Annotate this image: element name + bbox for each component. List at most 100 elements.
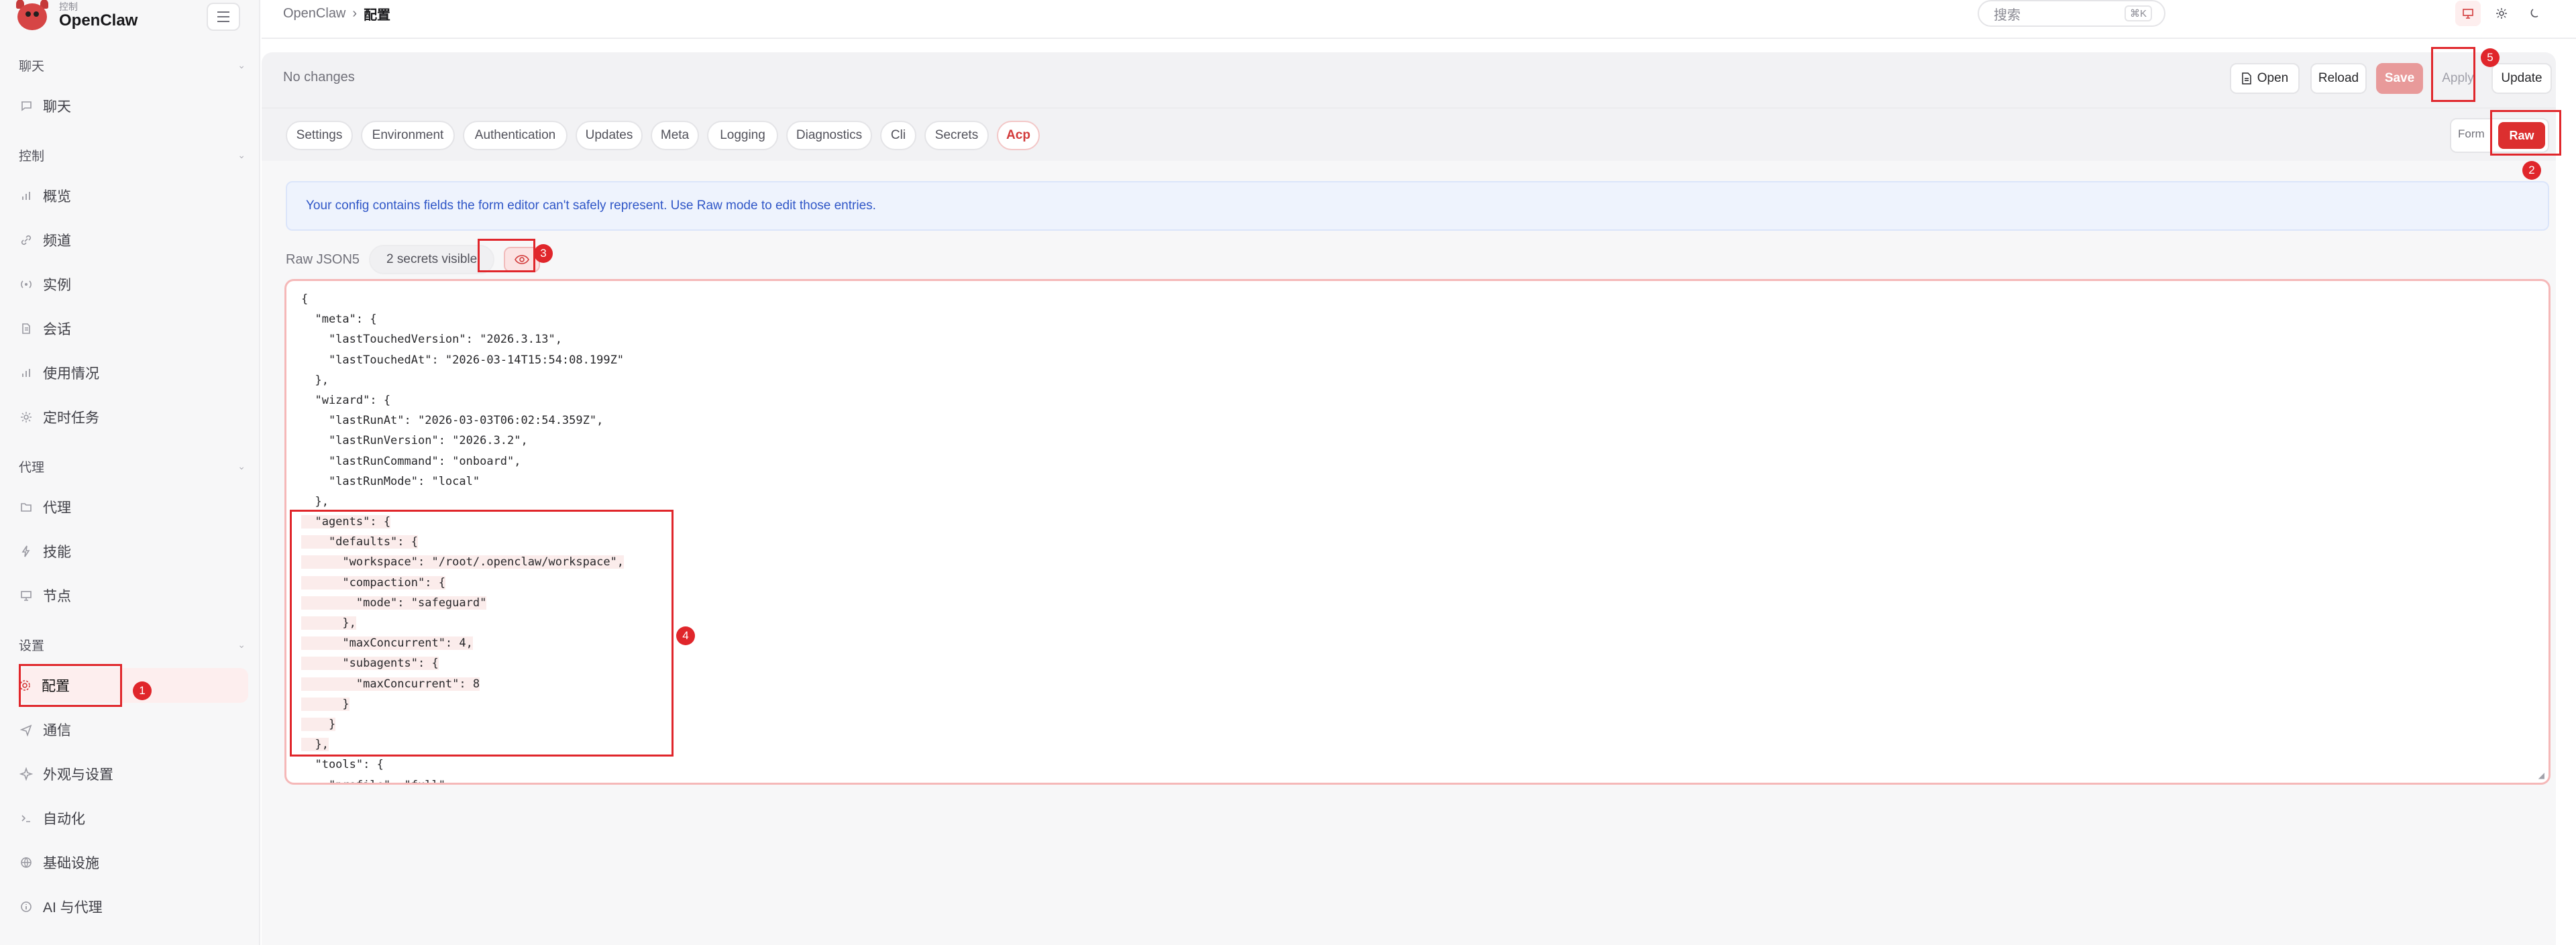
sidebar: 控制 OpenClaw 聊天 ⌄ 聊天 控制 ⌄ 概览 频道 实例 会话 使用情… <box>0 0 260 945</box>
sparkle-icon <box>19 767 34 781</box>
tab-meta[interactable]: Meta <box>651 121 699 150</box>
lobster-logo-icon <box>15 0 50 32</box>
monitor-icon <box>2463 9 2473 19</box>
bar-chart-icon <box>19 366 34 380</box>
update-button-label: Update <box>2501 71 2542 85</box>
search-input[interactable]: 搜索 ⌘K <box>1978 0 2165 27</box>
sidebar-item-communication[interactable]: 通信 <box>19 712 247 747</box>
sidebar-item-agents[interactable]: 代理 <box>19 490 247 524</box>
resize-handle-icon[interactable]: ◢ <box>2538 771 2544 780</box>
sidebar-item-nodes[interactable]: 节点 <box>19 578 247 613</box>
breadcrumb-separator: › <box>352 6 358 21</box>
sidebar-section-settings[interactable]: 设置 ⌄ <box>19 634 246 655</box>
tab-authentication[interactable]: Authentication <box>463 121 568 150</box>
sidebar-item-label: 频道 <box>43 233 71 249</box>
annotation-badge-5: 5 <box>2481 48 2500 67</box>
save-button-label: Save <box>2384 71 2415 85</box>
secrets-visible-badge: 2 secrets visible <box>369 245 495 274</box>
code-line: "tools": { <box>301 758 384 772</box>
tab-settings[interactable]: Settings <box>286 121 353 150</box>
send-icon <box>19 722 34 737</box>
open-button-label: Open <box>2257 71 2289 85</box>
tab-diagnostics[interactable]: Diagnostics <box>786 121 872 150</box>
sidebar-item-label: 概览 <box>43 189 71 205</box>
code-line: "lastRunAt": "2026-03-03T06:02:54.359Z", <box>301 414 604 428</box>
sun-icon <box>2496 8 2507 19</box>
dark-theme-button[interactable] <box>2522 1 2548 26</box>
light-theme-button[interactable] <box>2489 1 2514 26</box>
annotation-badge-3: 3 <box>534 244 553 263</box>
menu-toggle-button[interactable] <box>207 3 240 31</box>
sidebar-item-automation[interactable]: 自动化 <box>19 801 247 836</box>
sidebar-section-control[interactable]: 控制 ⌄ <box>19 145 246 165</box>
tab-logging[interactable]: Logging <box>707 121 778 150</box>
code-line: { <box>301 292 309 306</box>
tab-environment[interactable]: Environment <box>361 121 455 150</box>
brand[interactable]: 控制 OpenClaw <box>15 0 138 40</box>
bar-chart-icon <box>19 188 34 203</box>
breadcrumb-root[interactable]: OpenClaw <box>283 6 345 21</box>
reload-button[interactable]: Reload <box>2310 63 2367 94</box>
sidebar-item-channels[interactable]: 频道 <box>19 223 247 258</box>
sidebar-item-chat[interactable]: 聊天 <box>19 89 247 123</box>
sidebar-item-label: 通信 <box>43 723 71 738</box>
code-line: }, <box>301 494 329 508</box>
sidebar-item-label: 实例 <box>43 278 71 293</box>
config-action-bar: No changes Open Reload Save Apply Update <box>262 52 2556 107</box>
sidebar-item-cron[interactable]: 定时任务 <box>19 400 247 435</box>
save-button[interactable]: Save <box>2376 63 2423 94</box>
chevron-down-icon: ⌄ <box>237 149 246 160</box>
sidebar-item-label: 基础设施 <box>43 856 99 871</box>
system-theme-button[interactable] <box>2455 1 2481 26</box>
raw-editor-label: Raw JSON5 <box>286 252 360 267</box>
theme-switcher <box>2455 0 2548 27</box>
lightning-icon <box>19 544 34 559</box>
terminal-icon <box>19 811 34 826</box>
annotation-box-5 <box>2431 47 2475 102</box>
globe-icon <box>19 855 34 870</box>
tab-cli[interactable]: Cli <box>880 121 916 150</box>
update-button[interactable]: Update <box>2491 63 2552 94</box>
section-label: 聊天 <box>19 59 45 74</box>
code-line: "wizard": { <box>301 393 391 407</box>
sidebar-item-sessions[interactable]: 会话 <box>19 311 247 346</box>
tab-secrets[interactable]: Secrets <box>924 121 989 150</box>
annotation-badge-4: 4 <box>676 626 695 645</box>
sidebar-item-skills[interactable]: 技能 <box>19 534 247 569</box>
sidebar-item-label: 外观与设置 <box>43 767 113 783</box>
info-banner: Your config contains fields the form edi… <box>286 181 2549 231</box>
sidebar-item-label: 技能 <box>43 545 71 560</box>
code-line: "meta": { <box>301 313 377 327</box>
info-icon <box>19 899 34 914</box>
tab-updates[interactable]: Updates <box>576 121 643 150</box>
sidebar-item-usage[interactable]: 使用情况 <box>19 355 247 390</box>
form-mode-button[interactable]: Form <box>2458 127 2485 141</box>
sidebar-section-chat[interactable]: 聊天 ⌄ <box>19 55 246 75</box>
chevron-down-icon: ⌄ <box>237 460 246 471</box>
sidebar-item-instances[interactable]: 实例 <box>19 267 247 302</box>
monitor-icon <box>19 588 34 603</box>
sun-icon <box>19 410 34 425</box>
section-label: 控制 <box>19 149 45 164</box>
brand-name: OpenClaw <box>59 11 138 30</box>
open-button[interactable]: Open <box>2230 63 2300 94</box>
sidebar-section-agents[interactable]: 代理 ⌄ <box>19 456 246 476</box>
chevron-down-icon: ⌄ <box>237 59 246 70</box>
code-line: "lastTouchedAt": "2026-03-14T15:54:08.19… <box>301 353 625 367</box>
code-line: "lastRunVersion": "2026.3.2", <box>301 434 528 448</box>
code-line: "profile": "full" <box>301 775 624 783</box>
breadcrumb-current: 配置 <box>364 8 391 23</box>
sidebar-item-label: 聊天 <box>43 99 71 115</box>
sidebar-item-infrastructure[interactable]: 基础设施 <box>19 845 247 880</box>
annotation-box-4 <box>290 510 674 757</box>
broadcast-icon <box>19 277 34 292</box>
top-bar: OpenClaw › 配置 搜索 ⌘K <box>262 0 2576 39</box>
link-icon <box>19 233 34 247</box>
sidebar-item-ai-agents[interactable]: AI 与代理 <box>19 889 247 924</box>
sidebar-item-overview[interactable]: 概览 <box>19 178 247 213</box>
sidebar-item-label: 定时任务 <box>43 410 99 426</box>
tab-acp[interactable]: Acp <box>997 121 1040 150</box>
document-icon <box>19 321 34 336</box>
sidebar-item-appearance[interactable]: 外观与设置 <box>19 757 247 791</box>
annotation-box-1 <box>19 664 122 707</box>
